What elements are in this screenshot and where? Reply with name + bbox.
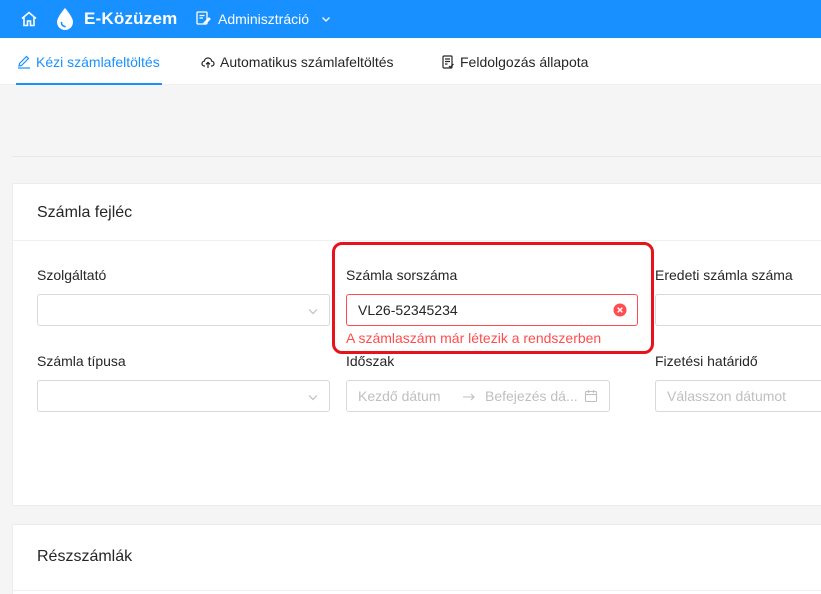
card-title: Részszámlák xyxy=(37,548,133,565)
chevron-down-icon[interactable] xyxy=(307,305,319,317)
top-bar: E-Közüzem Adminisztráció xyxy=(0,0,821,38)
invoice-type-label: Számla típusa xyxy=(37,353,126,369)
card-title: Számla fejléc xyxy=(37,204,133,221)
original-invoice-label: Eredeti számla száma xyxy=(655,267,793,283)
content-spacer xyxy=(12,85,821,157)
document-status-icon xyxy=(442,54,454,69)
admin-menu[interactable]: Adminisztráció xyxy=(218,11,309,27)
arrow-right-icon xyxy=(463,393,475,401)
admin-edit-icon xyxy=(196,11,211,25)
water-drop-logo-icon xyxy=(57,8,73,30)
cloud-upload-icon xyxy=(201,56,215,68)
due-date-label: Fizetési határidő xyxy=(655,353,758,369)
sub-invoices-card: Részszámlák xyxy=(12,524,821,594)
edit-icon xyxy=(18,55,30,69)
brand-name[interactable]: E-Közüzem xyxy=(84,9,177,29)
error-highlight-frame xyxy=(332,242,654,354)
tab-label: Kézi számlafeltöltés xyxy=(36,53,160,70)
chevron-down-icon[interactable] xyxy=(307,391,319,403)
tab-label: Automatikus számlafeltöltés xyxy=(220,53,394,70)
provider-label: Szolgáltató xyxy=(37,267,107,283)
provider-select[interactable] xyxy=(37,294,330,326)
card-header-divider xyxy=(13,590,821,591)
tab-label: Feldolgozás állapota xyxy=(460,53,589,70)
chevron-down-icon[interactable] xyxy=(320,13,332,25)
invoice-type-select[interactable] xyxy=(37,380,330,412)
period-label: Időszak xyxy=(346,353,395,369)
tab-manual-upload[interactable]: Kézi számlafeltöltés xyxy=(17,38,160,85)
home-icon[interactable] xyxy=(19,9,39,29)
original-invoice-input[interactable] xyxy=(655,294,821,326)
card-header: Számla fejléc xyxy=(13,184,821,241)
tab-automatic-upload[interactable]: Automatikus számlafeltöltés xyxy=(201,38,394,85)
tab-processing-status[interactable]: Feldolgozás állapota xyxy=(441,38,588,85)
tab-bar: Kézi számlafeltöltés Automatikus számlaf… xyxy=(0,38,821,85)
period-start-input[interactable]: Kezdő dátum xyxy=(358,388,441,404)
due-date-placeholder[interactable]: Válasszon dátumot xyxy=(667,388,786,404)
period-end-input[interactable]: Befejezés dá... xyxy=(485,388,578,404)
calendar-icon[interactable] xyxy=(584,389,598,403)
